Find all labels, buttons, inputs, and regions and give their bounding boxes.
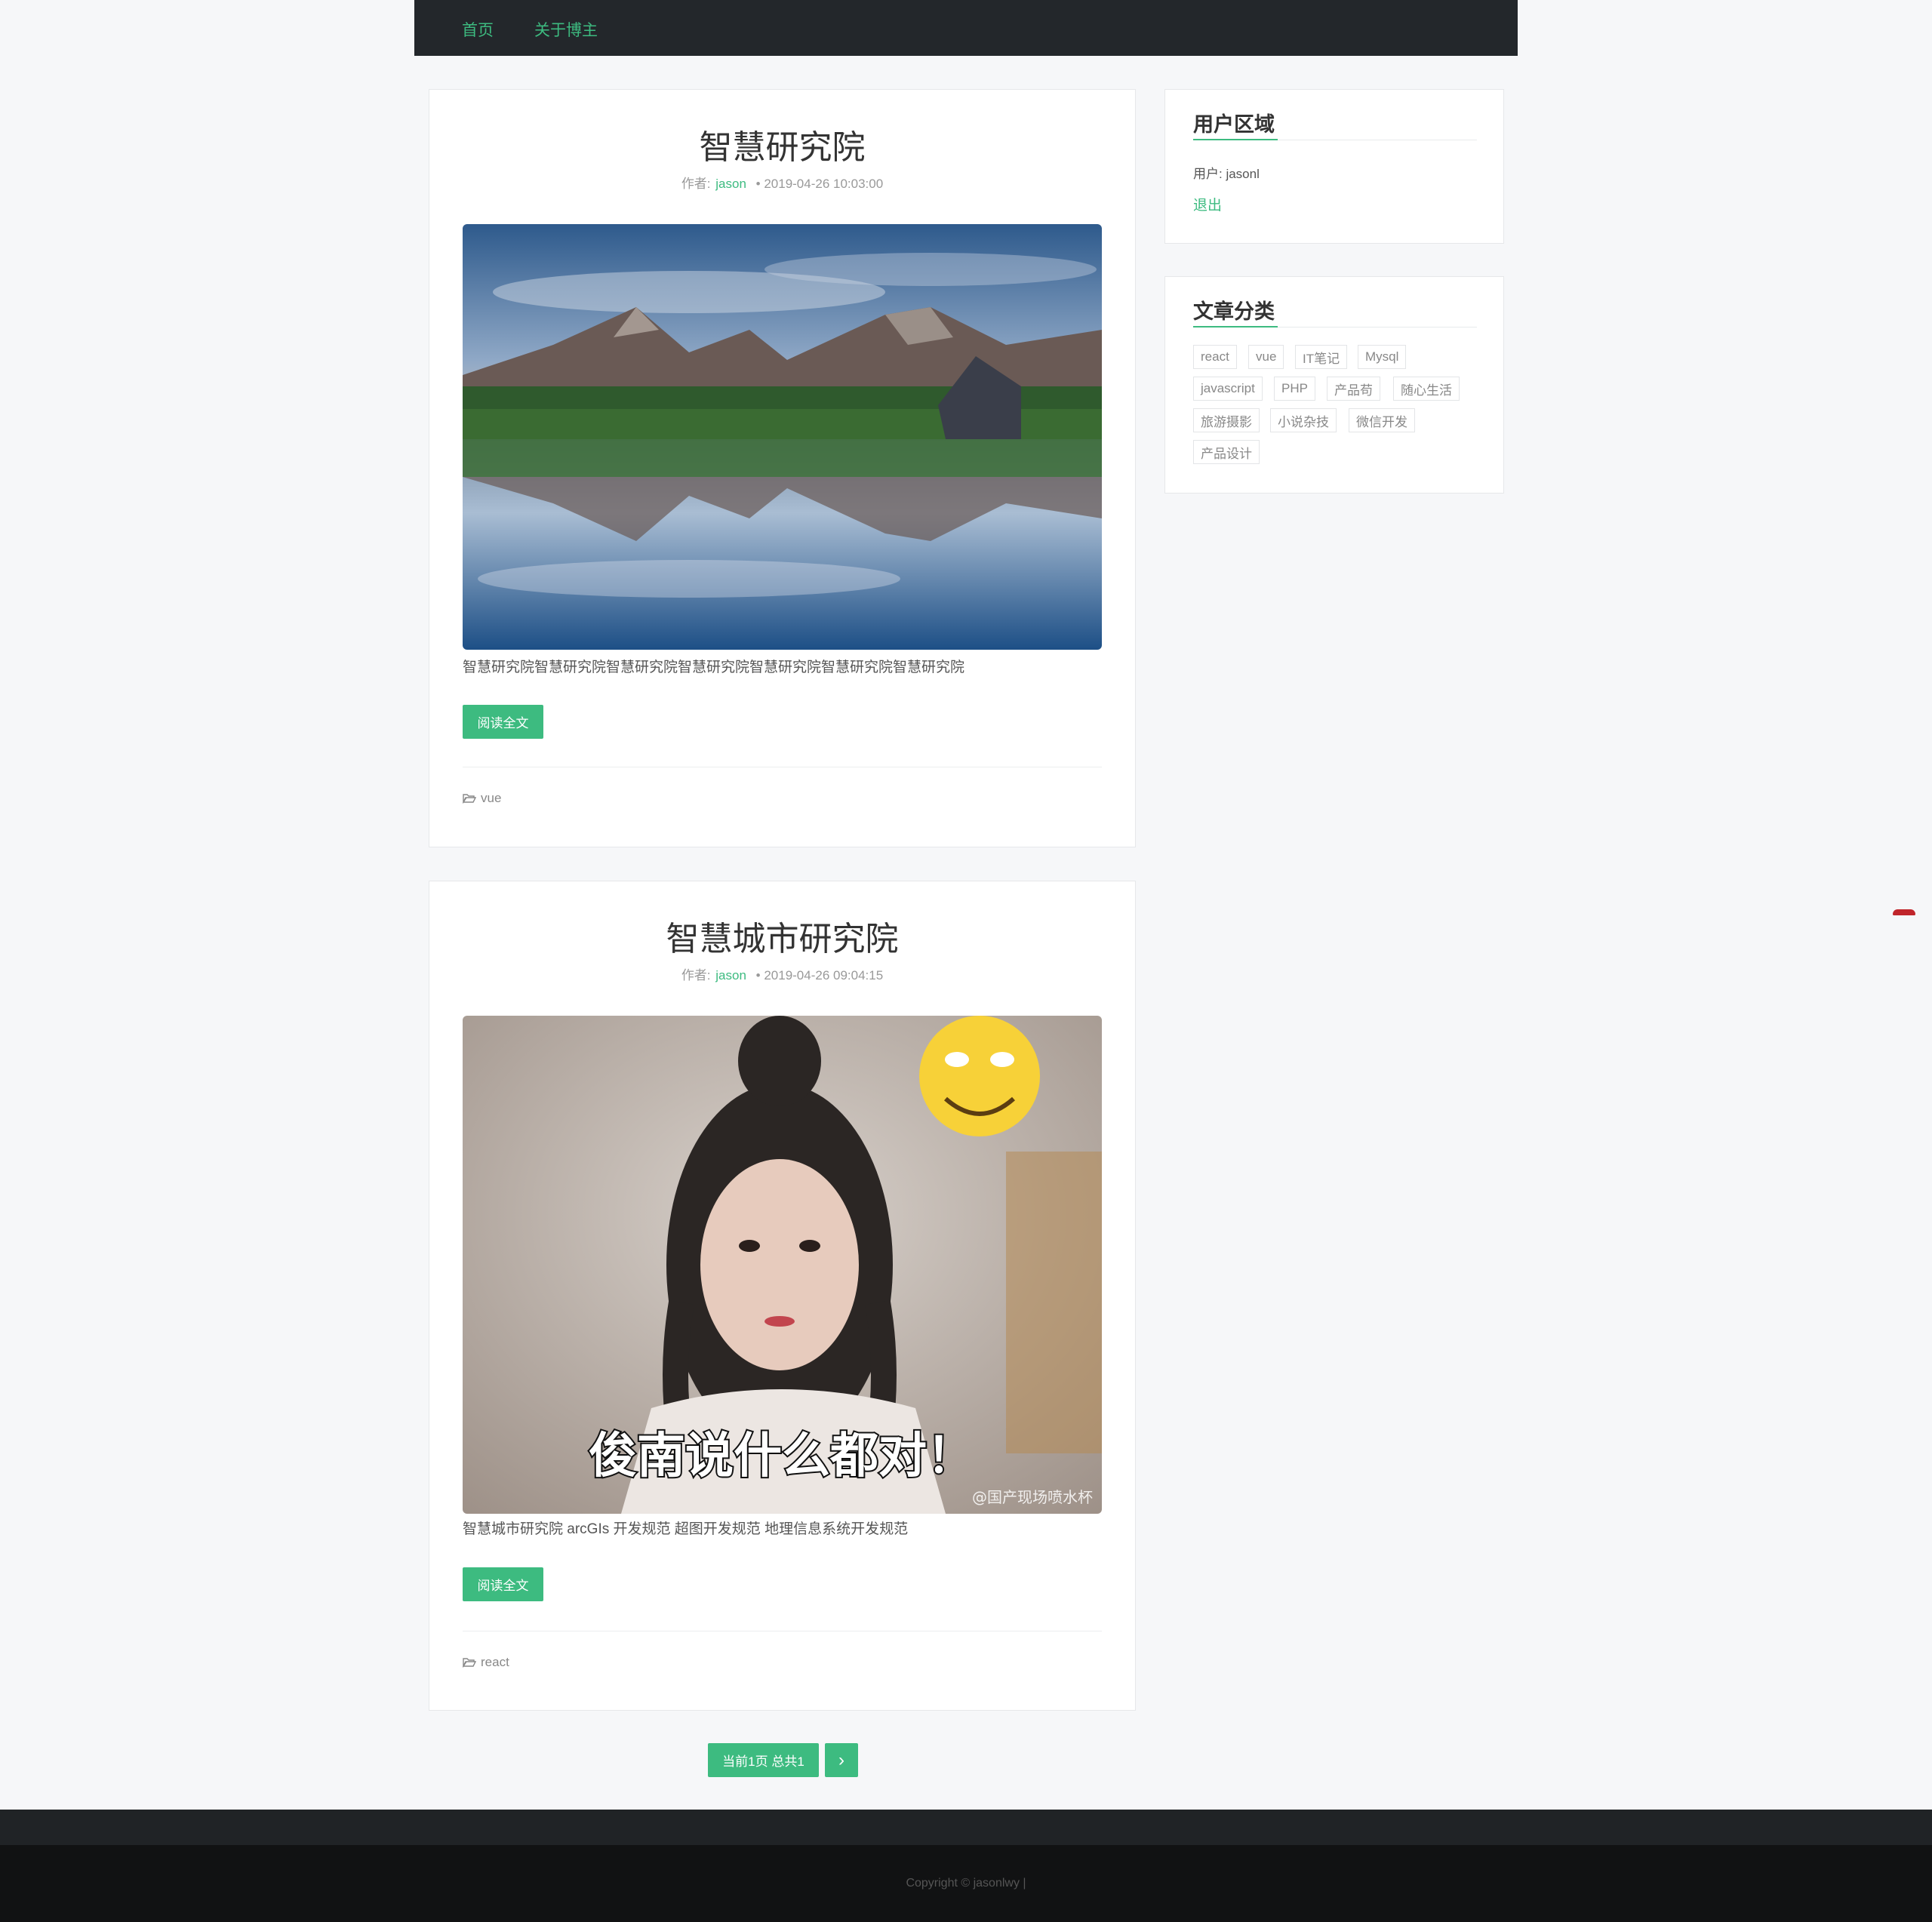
category-tag[interactable]: vue: [1248, 345, 1284, 369]
post-card: 智慧城市研究院 作者: jason • 2019-04-26 09:04:15: [429, 881, 1136, 1711]
category-tag[interactable]: react: [1193, 345, 1237, 369]
top-navbar: 首页 关于博主: [414, 0, 1518, 56]
image-caption-text: 俊南说什么都对！: [589, 1428, 975, 1484]
portrait-meme-image: 俊南说什么都对！ @国产现场喷水杯: [463, 1016, 1102, 1514]
category-link[interactable]: vue: [481, 791, 501, 806]
post-meta: 作者: jason • 2019-04-26 10:03:00: [429, 173, 1135, 192]
folder-open-icon: [463, 794, 476, 804]
category-widget-title: 文章分类: [1193, 300, 1275, 323]
category-link[interactable]: react: [481, 1655, 509, 1670]
author-label: 作者:: [681, 177, 711, 191]
post-thumbnail[interactable]: [463, 224, 1102, 650]
user-widget-title: 用户区域: [1193, 113, 1275, 136]
floating-widget-tab[interactable]: [1893, 909, 1915, 915]
author-link[interactable]: jason: [715, 968, 746, 983]
image-watermark: @国产现场喷水杯: [972, 1488, 1093, 1506]
post-thumbnail[interactable]: 俊南说什么都对！ @国产现场喷水杯: [463, 1016, 1102, 1514]
category-tag[interactable]: 产品设计: [1193, 440, 1260, 464]
post-category: vue: [463, 791, 501, 806]
post-title[interactable]: 智慧城市研究院: [429, 912, 1135, 960]
mountain-lake-image: [463, 224, 1102, 650]
next-page-button[interactable]: ›: [825, 1743, 858, 1777]
category-tag[interactable]: 产品苟: [1327, 377, 1380, 401]
logout-link[interactable]: 退出: [1193, 194, 1222, 214]
user-widget: 用户区域 用户: jasonl 退出: [1164, 89, 1504, 244]
author-label: 作者:: [681, 968, 711, 983]
folder-open-icon: [463, 1658, 476, 1668]
nav-about-link[interactable]: 关于博主: [534, 18, 598, 41]
nav-home-link[interactable]: 首页: [462, 18, 494, 41]
author-link[interactable]: jason: [715, 177, 746, 191]
footer-top-bar: [0, 1810, 1932, 1845]
category-widget: 文章分类 react vue IT笔记 Mysql javascript PHP…: [1164, 276, 1504, 494]
category-tag[interactable]: 旅游摄影: [1193, 408, 1260, 432]
post-card: 智慧研究院 作者: jason • 2019-04-26 10:03:00 智慧…: [429, 89, 1136, 847]
category-tag[interactable]: IT笔记: [1295, 345, 1348, 369]
copyright-text: Copyright © jasonlwy |: [906, 1877, 1026, 1890]
post-date: • 2019-04-26 10:03:00: [755, 177, 884, 191]
category-tag[interactable]: PHP: [1274, 377, 1315, 401]
post-title[interactable]: 智慧研究院: [429, 120, 1135, 168]
read-more-button[interactable]: 阅读全文: [463, 1567, 543, 1601]
read-more-button[interactable]: 阅读全文: [463, 705, 543, 739]
post-excerpt: 智慧城市研究院 arcGIs 开发规范 超图开发规范 地理信息系统开发规范: [463, 1521, 909, 1537]
widget-title-accent: [1193, 326, 1278, 328]
post-excerpt: 智慧研究院智慧研究院智慧研究院智慧研究院智慧研究院智慧研究院智慧研究院: [463, 660, 965, 675]
category-tag[interactable]: 小说杂技: [1270, 408, 1337, 432]
category-tag[interactable]: javascript: [1193, 377, 1263, 401]
category-tag[interactable]: 微信开发: [1349, 408, 1415, 432]
post-category: react: [463, 1655, 509, 1670]
pagination-status[interactable]: 当前1页 总共1: [708, 1743, 819, 1777]
category-tag[interactable]: Mysql: [1358, 345, 1407, 369]
widget-title-accent: [1193, 139, 1278, 140]
current-user: 用户: jasonl: [1193, 167, 1260, 181]
category-tag[interactable]: 随心生活: [1393, 377, 1460, 401]
post-date: • 2019-04-26 09:04:15: [755, 968, 884, 983]
post-meta: 作者: jason • 2019-04-26 09:04:15: [429, 964, 1135, 983]
